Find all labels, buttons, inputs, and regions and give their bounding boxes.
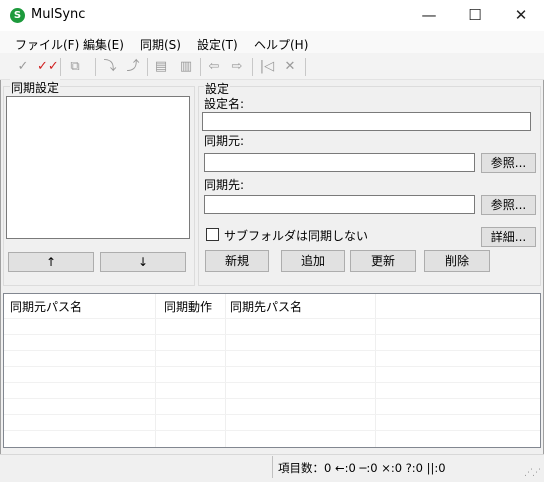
source-browse-button[interactable]: 参照... — [481, 153, 536, 173]
sync-up-icon[interactable]: ⤴ — [124, 58, 142, 76]
new-button[interactable]: 新規 — [205, 250, 269, 272]
column-header-source[interactable]: 同期元パス名 — [10, 298, 82, 315]
setting-name-field[interactable] — [202, 112, 531, 131]
row-line — [4, 366, 540, 367]
arrow-left-icon[interactable]: ⇦ — [205, 58, 223, 76]
update-button[interactable]: 更新 — [350, 250, 416, 272]
menu-edit[interactable]: 編集(E) — [83, 36, 124, 53]
menu-sync[interactable]: 同期(S) — [140, 36, 181, 53]
check-all-icon[interactable]: ✓✓ — [37, 58, 59, 76]
cancel-x-icon[interactable]: ✕ — [281, 58, 299, 76]
row-line — [4, 334, 540, 335]
add-button[interactable]: 追加 — [281, 250, 345, 272]
row-line — [4, 398, 540, 399]
setting-name-label: 設定名: — [204, 97, 245, 111]
toolbar-separator — [60, 58, 61, 76]
source-path-field[interactable] — [204, 153, 475, 172]
sync-items-listview[interactable] — [3, 293, 541, 448]
close-button[interactable]: ✕ — [498, 0, 544, 30]
row-line — [4, 382, 540, 383]
row-line — [4, 350, 540, 351]
skip-to-start-icon[interactable]: |◁ — [258, 58, 276, 76]
status-divider — [272, 456, 273, 478]
row-line — [4, 430, 540, 431]
no-subfolder-label: サブフォルダは同期しない — [224, 229, 369, 243]
sync-settings-list[interactable] — [6, 96, 190, 239]
column-divider — [375, 294, 376, 447]
toolbar-separator — [95, 58, 96, 76]
sync-settings-legend: 同期設定 — [10, 79, 61, 96]
menu-settings[interactable]: 設定(T) — [197, 36, 238, 53]
row-line — [4, 318, 540, 319]
maximize-button[interactable]: ☐ — [452, 0, 498, 30]
dest-label: 同期先: — [204, 178, 245, 192]
app-logo-icon: S — [10, 8, 25, 23]
column-header-dest[interactable]: 同期先パス名 — [230, 298, 302, 315]
toolbar-separator — [147, 58, 148, 76]
toolbar-separator — [200, 58, 201, 76]
dest-path-field[interactable] — [204, 195, 475, 214]
column-divider — [155, 294, 156, 447]
menu-file[interactable]: ファイル(F) — [15, 36, 79, 53]
resize-grip-icon[interactable]: ⋰⋰ — [524, 468, 541, 478]
sync-down-icon[interactable]: ⤵ — [101, 58, 119, 76]
copy-settings-icon[interactable]: ⧉ — [66, 58, 84, 76]
row-line — [4, 414, 540, 415]
move-down-button[interactable]: ↓ — [100, 252, 186, 272]
status-counts: 項目数：0 ←:0 ─:0 ×:0 ?:0 ||:0 — [278, 461, 446, 475]
source-label: 同期元: — [204, 134, 245, 148]
toolbar-separator — [305, 58, 306, 76]
column-header-action[interactable]: 同期動作 — [164, 298, 212, 315]
no-subfolder-checkbox[interactable] — [206, 228, 219, 241]
window-title: MulSync — [31, 7, 86, 22]
document-list-icon[interactable]: ▥ — [177, 58, 195, 76]
document-icon[interactable]: ▤ — [152, 58, 170, 76]
delete-button[interactable]: 削除 — [424, 250, 490, 272]
toolbar-separator — [252, 58, 253, 76]
dest-browse-button[interactable]: 参照... — [481, 195, 536, 215]
column-divider — [225, 294, 226, 447]
check-icon[interactable]: ✓ — [14, 58, 32, 76]
menu-help[interactable]: ヘルプ(H) — [254, 36, 308, 53]
arrow-right-icon[interactable]: ⇨ — [228, 58, 246, 76]
move-up-button[interactable]: ↑ — [8, 252, 94, 272]
details-button[interactable]: 詳細... — [481, 227, 536, 247]
minimize-button[interactable]: — — [406, 0, 452, 30]
